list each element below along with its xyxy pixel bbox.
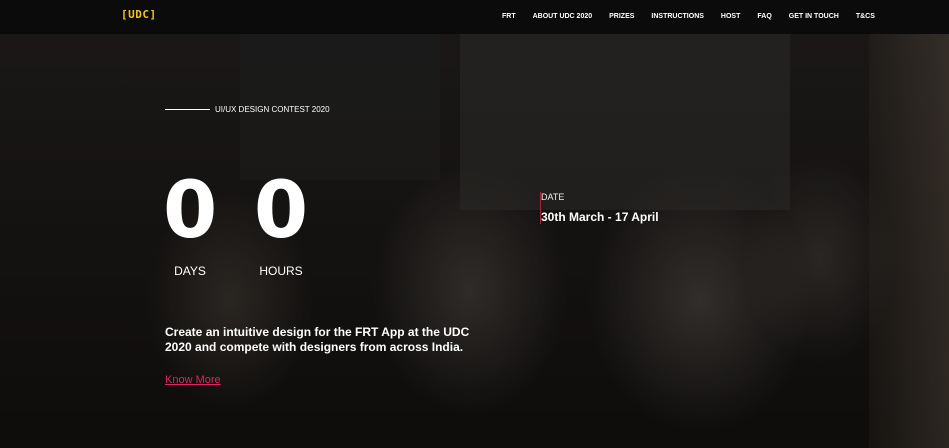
eyebrow-divider [165, 109, 210, 110]
site-logo[interactable]: [UDC] [121, 8, 157, 21]
contest-date: DATE 30th March - 17 April [540, 192, 659, 224]
countdown-hours: 0 HOURS [251, 172, 311, 278]
nav-item-instructions[interactable]: INSTRUCTIONS [651, 13, 704, 20]
know-more-link[interactable]: Know More [165, 374, 221, 386]
hero-dark-overlay [0, 0, 949, 448]
nav-item-about[interactable]: ABOUT UDC 2020 [533, 13, 593, 20]
date-label: DATE [541, 192, 565, 202]
countdown-days-label: DAYS [174, 264, 206, 278]
hero-background-photo [0, 0, 949, 448]
nav-item-frt[interactable]: FRT [502, 13, 516, 20]
hero-tagline: Create an intuitive design for the FRT A… [165, 325, 470, 354]
countdown-days: 0 DAYS [163, 172, 217, 278]
nav-item-terms[interactable]: T&CS [856, 13, 875, 20]
countdown-days-value: 0 [163, 166, 218, 256]
top-navbar: [UDC] FRT ABOUT UDC 2020 PRIZES INSTRUCT… [0, 0, 949, 34]
nav-item-host[interactable]: HOST [721, 13, 740, 20]
main-nav: FRT ABOUT UDC 2020 PRIZES INSTRUCTIONS H… [502, 13, 875, 20]
nav-item-prizes[interactable]: PRIZES [609, 13, 634, 20]
eyebrow-text: UI/UX DESIGN CONTEST 2020 [215, 105, 330, 114]
nav-item-contact[interactable]: GET IN TOUCH [789, 13, 839, 20]
nav-item-faq[interactable]: FAQ [757, 13, 771, 20]
contest-eyebrow: UI/UX DESIGN CONTEST 2020 [165, 105, 330, 114]
countdown-hours-label: HOURS [259, 264, 303, 278]
countdown-hours-value: 0 [253, 166, 309, 256]
date-range: 30th March - 17 April [541, 210, 659, 224]
